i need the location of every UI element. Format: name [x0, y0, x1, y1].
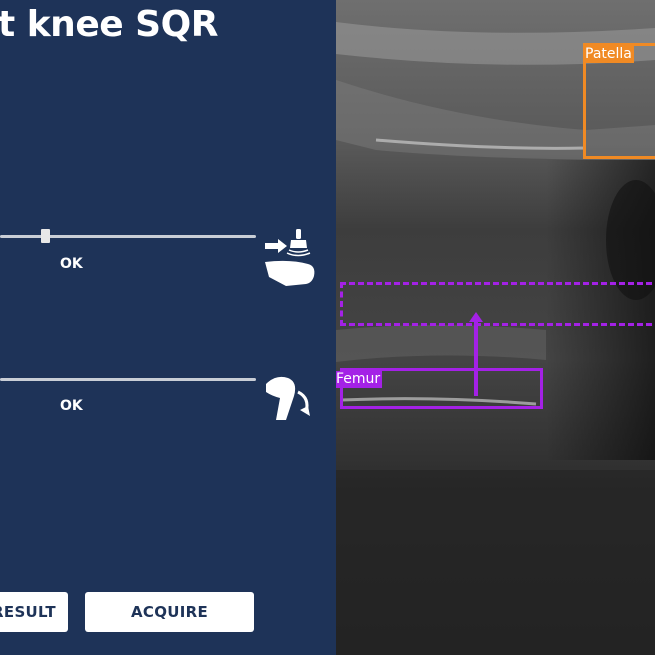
patella-label: Patella	[583, 46, 634, 63]
move-up-arrow-icon	[469, 312, 483, 396]
result-button[interactable]: RESULT	[0, 592, 68, 632]
page-title: t knee SQR	[0, 4, 218, 45]
knee-flexion-slider[interactable]	[0, 378, 256, 381]
target-region-dashed-box	[340, 282, 655, 326]
probe-position-slider-thumb[interactable]	[41, 229, 50, 243]
probe-position-status: OK	[60, 256, 83, 272]
bent-knee-icon	[266, 376, 310, 420]
femur-label: Femur	[336, 371, 383, 388]
knee-flexion-status: OK	[60, 398, 83, 414]
probe-position-slider[interactable]	[0, 235, 256, 238]
probe-on-knee-icon	[265, 229, 315, 286]
control-panel: t knee SQR OK OK RESULT ACQUIRE	[0, 0, 336, 655]
ultrasound-image-panel: Patella Femur	[336, 0, 655, 655]
acquire-button[interactable]: ACQUIRE	[85, 592, 254, 632]
